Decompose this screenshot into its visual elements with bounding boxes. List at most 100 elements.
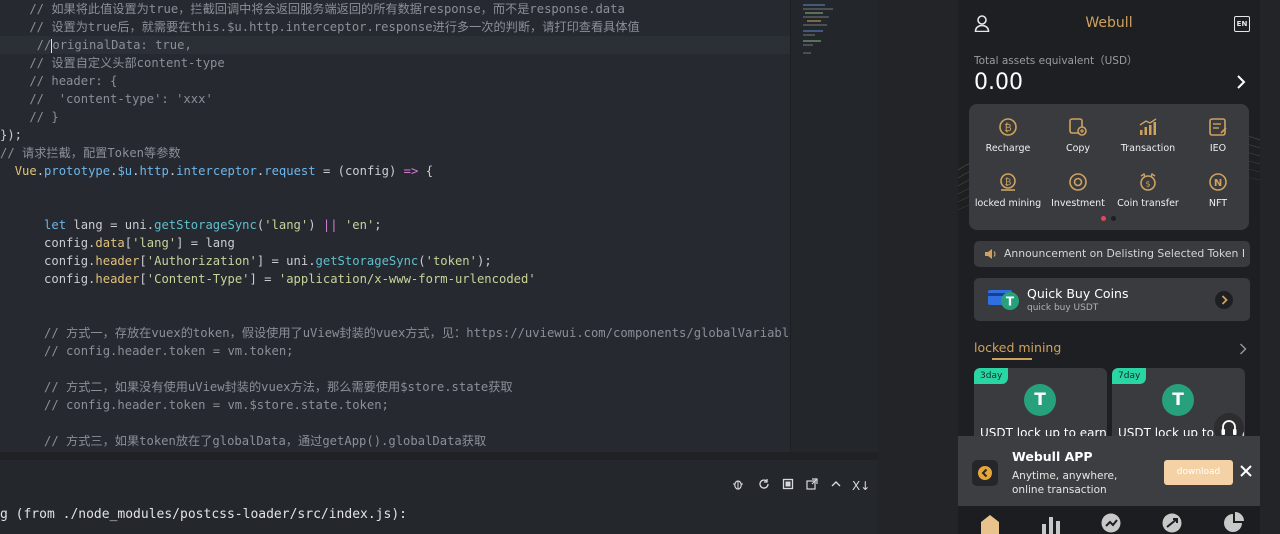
close-icon[interactable]: [1239, 464, 1253, 478]
code-token: 'lang': [264, 218, 309, 232]
code-token: });: [0, 128, 23, 142]
code-token: // }: [0, 110, 59, 124]
svg-text:₿: ₿: [1004, 122, 1011, 134]
assets-icon[interactable]: [1222, 512, 1244, 534]
svg-text:₿: ₿: [1005, 177, 1012, 188]
menu-item-nft[interactable]: N NFT: [1183, 171, 1253, 221]
menu-item-ieo[interactable]: IEO: [1183, 116, 1253, 166]
code-token: config.: [0, 272, 96, 286]
code-line: let lang = uni.getStorageSync('lang') ||…: [0, 216, 382, 234]
code-token: Vue: [14, 164, 37, 178]
code-token: // 设置为true后，就需要在this.$u.http.interceptor…: [0, 20, 640, 34]
code-editor[interactable]: // 如果将此值设置为true，拦截回调中将会返回服务端返回的所有数据respo…: [0, 0, 790, 452]
code-token: );: [476, 254, 492, 268]
futures-icon[interactable]: [1161, 512, 1183, 534]
app-name: Webull APP: [1012, 449, 1093, 464]
chevron-right-icon[interactable]: [1215, 291, 1233, 309]
code-line: //originalData: true,: [0, 36, 192, 54]
code-token: getStorageSync: [154, 218, 257, 232]
code-token: ] =: [249, 272, 279, 286]
code-token: header: [95, 254, 140, 268]
minimap[interactable]: [790, 0, 879, 452]
code-token: config.: [0, 254, 96, 268]
terminal-output: g (from ./node_modules/postcss-loader/sr…: [0, 507, 407, 522]
svg-text:$: $: [1145, 180, 1150, 189]
menu-item-copy[interactable]: Copy: [1043, 116, 1113, 166]
code-token: // 方式二，如果没有使用uView封装的vuex方法，那么需要使用$store…: [0, 380, 513, 394]
code-line: // }: [0, 108, 59, 126]
code-token: prototype: [44, 164, 111, 178]
usdt-coin-icon: T: [1024, 384, 1056, 416]
menu-item-coin-transfer[interactable]: $ Coin transfer: [1113, 171, 1183, 221]
code-token: ] = lang: [176, 236, 235, 250]
code-line: });: [0, 126, 22, 144]
code-line: // 如果将此值设置为true，拦截回调中将会返回服务端返回的所有数据respo…: [0, 0, 624, 18]
code-token: data: [95, 236, 125, 250]
menu-item-investment[interactable]: Investment: [1043, 171, 1113, 221]
page-dot[interactable]: [1111, 216, 1116, 221]
code-token: // 'content-type': 'xxx': [0, 92, 213, 106]
code-token: ): [308, 218, 323, 232]
code-token: // config.header.token = vm.$store.state…: [0, 398, 389, 412]
chevron-right-icon[interactable]: [1234, 74, 1248, 90]
window-gap: [878, 0, 958, 534]
phone-preview: Webull EN Total assets equivalent（USD） 0…: [958, 0, 1260, 534]
code-token: .: [36, 164, 45, 178]
code-token: originalData: true,: [52, 38, 192, 52]
external-icon[interactable]: [804, 478, 820, 494]
code-line: // 请求拦截，配置Token等参数: [0, 144, 181, 162]
download-button[interactable]: download: [1164, 460, 1233, 485]
svg-text:N: N: [1214, 178, 1222, 189]
code-token: // header: {: [0, 74, 118, 88]
code-token: getStorageSync: [315, 254, 419, 268]
code-token: = (config): [315, 164, 404, 178]
investment-icon: [1069, 173, 1087, 191]
panel-divider[interactable]: [0, 452, 878, 460]
locked-mining-icon: ₿: [1000, 173, 1016, 191]
bottom-tab-bar: [958, 506, 1260, 534]
code-line: config.header['Content-Type'] = 'applica…: [0, 270, 536, 288]
code-token: $u: [117, 164, 133, 178]
terminal-panel[interactable]: X↓ g (from ./node_modules/postcss-loader…: [0, 460, 878, 534]
language-icon[interactable]: EN: [1234, 16, 1250, 32]
refresh-icon[interactable]: [756, 478, 772, 494]
code-line: // 方式三，如果token放在了globalData，通过getApp().g…: [0, 432, 486, 450]
home-icon[interactable]: [979, 512, 1001, 534]
usdt-card-icon: T: [988, 290, 1019, 310]
menu-item-transaction[interactable]: Transaction: [1113, 116, 1183, 166]
trade-icon[interactable]: [1100, 512, 1122, 534]
code-token: config.: [0, 236, 96, 250]
code-token: [: [139, 254, 147, 268]
clear-icon[interactable]: X↓: [852, 478, 870, 494]
announcement-bar[interactable]: Announcement on Delisting Selected Token…: [974, 241, 1250, 267]
code-line: config.data['lang'] = lang: [0, 234, 235, 252]
ieo-icon: [1209, 118, 1227, 136]
chevron-right-icon[interactable]: [1239, 343, 1247, 355]
menu-item-recharge[interactable]: ₿ Recharge: [973, 116, 1043, 166]
chevron-up-icon[interactable]: [828, 478, 844, 494]
code-token: 'Authorization': [146, 254, 257, 268]
page-dot-active[interactable]: [1101, 216, 1106, 221]
stop-icon[interactable]: [780, 478, 796, 494]
heading-underline: [992, 358, 1032, 360]
code-line: // 设置为true后，就需要在this.$u.http.interceptor…: [0, 18, 640, 36]
svg-text:T: T: [1006, 295, 1015, 309]
speaker-icon: [985, 249, 996, 259]
quick-buy-card[interactable]: T Quick Buy Coins quick buy USDT: [974, 278, 1250, 321]
code-token: // 请求拦截，配置Token等参数: [0, 146, 181, 160]
code-line: // 方式一，存放在vuex的token，假设使用了uView封装的vuex方式…: [0, 324, 790, 342]
webull-app-icon: [972, 460, 998, 486]
menu-item-locked-mining[interactable]: ₿ locked mining: [973, 171, 1043, 221]
code-token: ||: [322, 218, 338, 232]
locked-mining-heading: locked mining: [974, 340, 1062, 355]
code-line: Vue.prototype.$u.http.interceptor.reques…: [0, 162, 433, 180]
code-token: lang = uni.: [66, 218, 155, 232]
code-line: // config.header.token = vm.token;: [0, 342, 293, 360]
bug-icon[interactable]: [730, 478, 746, 494]
markets-icon[interactable]: [1040, 512, 1062, 534]
code-token: 'Content-Type': [146, 272, 250, 286]
code-line: config.header['Authorization'] = uni.get…: [0, 252, 492, 270]
nft-icon: N: [1209, 173, 1227, 191]
duration-badge: 3day: [974, 368, 1009, 384]
